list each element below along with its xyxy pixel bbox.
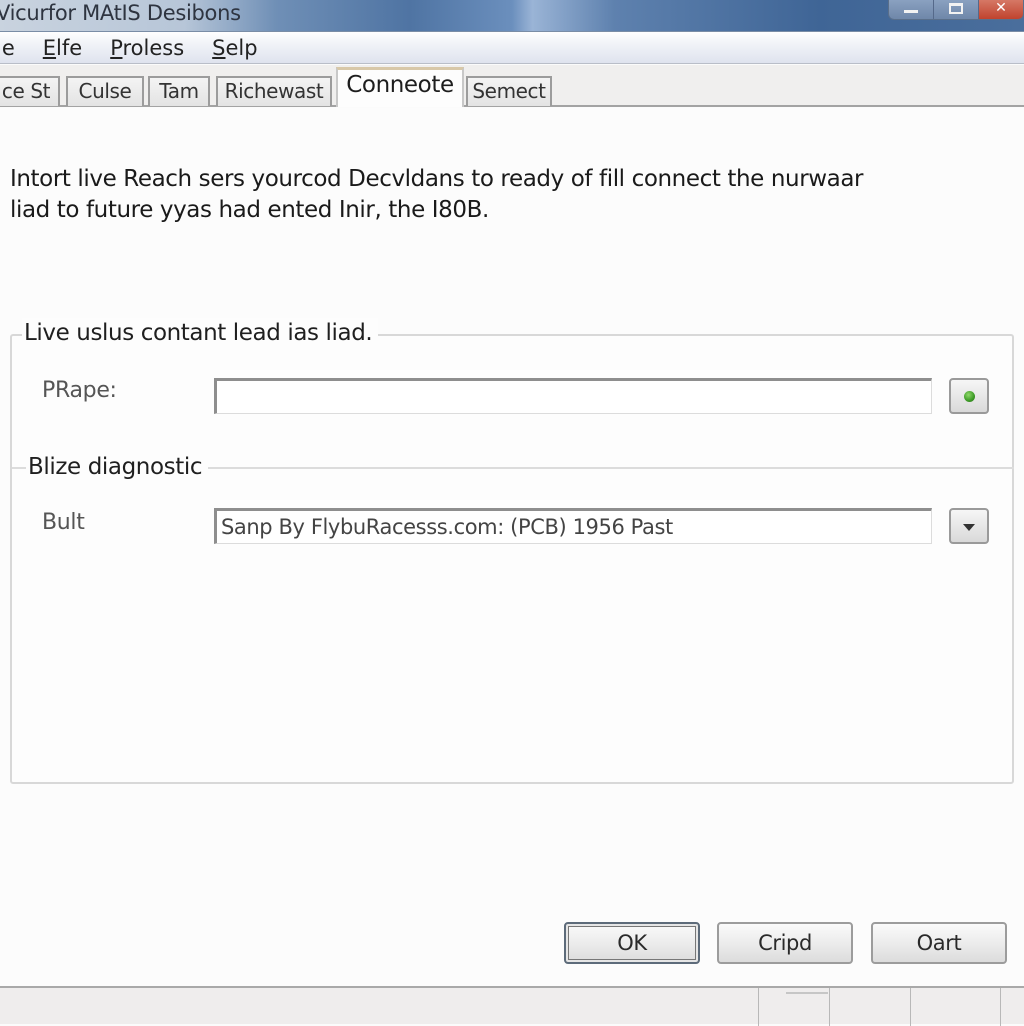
menu-mnemonic: S bbox=[212, 35, 226, 60]
instructions-text: Intort live Reach sers yourcod Decvldans… bbox=[10, 164, 1010, 226]
status-divider bbox=[786, 992, 828, 994]
menu-item-label: lfe bbox=[56, 35, 83, 60]
close-button[interactable]: ✕ bbox=[979, 0, 1023, 19]
menu-mnemonic: E bbox=[42, 35, 57, 60]
maximize-button[interactable] bbox=[934, 0, 979, 19]
minimize-button[interactable] bbox=[889, 0, 934, 19]
tab-label: Tam bbox=[159, 79, 199, 103]
connection-groupbox: Live uslus contant lead ias liad. PRape:… bbox=[10, 318, 1014, 784]
ok-button[interactable]: OK bbox=[564, 922, 700, 964]
instructions-line: Intort live Reach sers yourcod Decvldans… bbox=[10, 166, 864, 192]
menu-mnemonic: P bbox=[110, 35, 123, 60]
instructions-line: liad to future yyas had ented Inir, the … bbox=[10, 197, 489, 223]
bult-dropdown-button[interactable] bbox=[949, 508, 989, 544]
application-window: Vicurfor MAtIS Desibons ✕ le Elfe Proles… bbox=[0, 0, 1024, 1026]
tab-label: Culse bbox=[78, 79, 132, 103]
menu-item-file[interactable]: le bbox=[0, 33, 15, 63]
tab-conneote[interactable]: Conneote bbox=[336, 67, 464, 107]
minimize-icon bbox=[904, 9, 918, 13]
tab-culse[interactable]: Culse bbox=[66, 76, 144, 106]
tab-label: ce St bbox=[1, 79, 51, 103]
tab-tam[interactable]: Tam bbox=[148, 76, 210, 106]
maximize-icon bbox=[949, 2, 963, 14]
prape-input[interactable] bbox=[214, 378, 932, 414]
tab-content-panel: Intort live Reach sers yourcod Decvldans… bbox=[0, 108, 1024, 986]
tab-label: Richewast bbox=[224, 79, 324, 103]
cancel-button[interactable]: Cripd bbox=[717, 922, 853, 964]
window-title: Vicurfor MAtIS Desibons bbox=[0, 1, 241, 25]
bult-combobox-input[interactable] bbox=[214, 508, 932, 544]
menu-item-label: elp bbox=[225, 35, 258, 60]
status-pane bbox=[1000, 988, 1024, 1026]
status-pane bbox=[910, 988, 930, 1026]
group-legend-live-status: Live uslus contant lead ias liad. bbox=[22, 318, 379, 348]
menu-item-help[interactable]: Selp bbox=[212, 33, 257, 63]
title-bar[interactable]: Vicurfor MAtIS Desibons ✕ bbox=[0, 0, 1024, 32]
green-status-dot-icon bbox=[963, 390, 975, 402]
caption-buttons: ✕ bbox=[888, 0, 1024, 20]
menu-item-process[interactable]: Proless bbox=[110, 33, 184, 63]
tab-strip: ce St Culse Tam Richewast Conneote Semec… bbox=[0, 65, 1024, 107]
menu-bar: le Elfe Proless Selp bbox=[0, 32, 1024, 64]
close-icon: ✕ bbox=[995, 0, 1007, 16]
bult-label: Bult bbox=[42, 510, 85, 535]
prape-label: PRape: bbox=[42, 378, 117, 403]
menu-item-label: le bbox=[0, 35, 15, 60]
tab-richewast[interactable]: Richewast bbox=[216, 76, 332, 106]
status-bar bbox=[0, 986, 1024, 1026]
chevron-down-icon bbox=[963, 524, 975, 531]
tab-label: Conneote bbox=[346, 72, 454, 98]
menu-item-label: roless bbox=[122, 35, 185, 60]
tab-source[interactable]: ce St bbox=[0, 76, 60, 106]
group-legend-diagnostic: Blize diagnostic bbox=[26, 452, 209, 482]
connect-status-button[interactable] bbox=[949, 378, 989, 414]
tab-label: Semect bbox=[472, 79, 546, 103]
menu-item-edit[interactable]: Elfe bbox=[43, 33, 82, 63]
tab-semect[interactable]: Semect bbox=[466, 76, 552, 106]
apply-button[interactable]: Oart bbox=[871, 922, 1007, 964]
